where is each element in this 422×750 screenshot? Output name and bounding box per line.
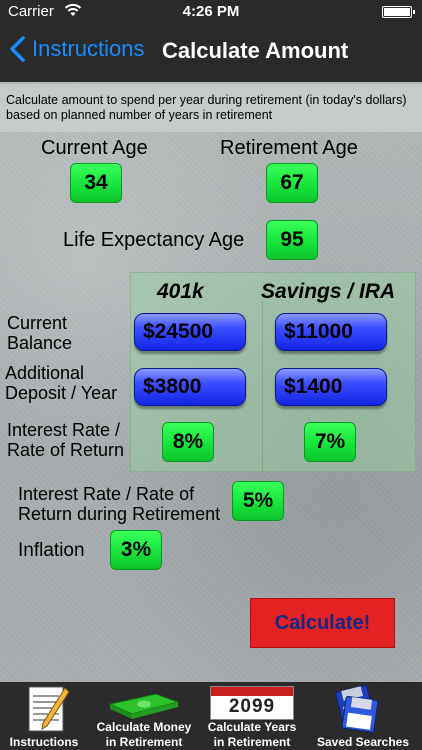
current-balance-label-line-1: Current bbox=[7, 313, 68, 333]
calculate-button[interactable]: Calculate! bbox=[250, 598, 395, 648]
notepad-pencil-icon bbox=[28, 686, 70, 732]
interest-rate-label-line-2: Rate of Return bbox=[7, 440, 125, 460]
tab-calculate-money[interactable]: Calculate Money in Retirement bbox=[88, 682, 200, 750]
calendar-icon: 2099 bbox=[210, 686, 294, 720]
retirement-age-label: Retirement Age bbox=[220, 137, 358, 159]
current-balance-label: Current Balance bbox=[7, 313, 72, 353]
interest-rate-label-line-1: Interest Rate / bbox=[7, 420, 121, 440]
deposit-savings-field[interactable]: $1400 bbox=[275, 368, 387, 406]
rate-savings-field[interactable]: 7% bbox=[304, 422, 356, 462]
tab-calculate-money-label-2: in Retirement bbox=[105, 735, 183, 749]
money-stack-icon bbox=[108, 693, 180, 719]
balance-savings-field[interactable]: $11000 bbox=[275, 313, 387, 351]
tab-calculate-years-label-2: in Retirement bbox=[213, 735, 291, 749]
deposit-label-line-2: Deposit / Year bbox=[5, 383, 118, 403]
tab-instructions[interactable]: Instructions bbox=[0, 682, 88, 750]
status-bar: Carrier 4:26 PM bbox=[0, 0, 422, 22]
column-header-savings: Savings / IRA bbox=[261, 280, 396, 303]
description-text: Calculate amount to spend per year durin… bbox=[0, 84, 422, 132]
top-bar: Carrier 4:26 PM Instructions Calculate A… bbox=[0, 0, 422, 82]
current-balance-label-line-2: Balance bbox=[7, 333, 73, 353]
panel-divider bbox=[262, 300, 263, 472]
tab-calculate-money-label-1: Calculate Money bbox=[96, 720, 192, 734]
floppy-disks-icon bbox=[335, 684, 379, 733]
retirement-rate-label: Interest Rate / Rate of Return during Re… bbox=[18, 484, 220, 524]
life-expectancy-field[interactable]: 95 bbox=[266, 220, 318, 260]
balance-401k-field[interactable]: $24500 bbox=[134, 313, 246, 351]
description-line-2: based on planned number of years in reti… bbox=[6, 108, 273, 122]
description-line-1: Calculate amount to spend per year durin… bbox=[6, 93, 407, 107]
navigation-bar: Instructions Calculate Amount bbox=[0, 22, 422, 82]
page-title: Calculate Amount bbox=[162, 38, 349, 63]
back-button[interactable]: Instructions bbox=[8, 36, 145, 62]
interest-rate-label: Interest Rate / Rate of Return bbox=[7, 420, 124, 460]
tab-saved-searches-label: Saved Searches bbox=[316, 735, 410, 749]
rate-401k-field[interactable]: 8% bbox=[162, 422, 214, 462]
tab-calculate-years-label-1: Calculate Years bbox=[207, 720, 297, 734]
life-expectancy-label: Life Expectancy Age bbox=[63, 229, 245, 251]
battery-icon bbox=[382, 6, 415, 18]
tab-saved-searches[interactable]: Saved Searches bbox=[304, 682, 422, 750]
deposit-label: Additional Deposit / Year bbox=[5, 363, 117, 403]
deposit-401k-field[interactable]: $3800 bbox=[134, 368, 246, 406]
tab-instructions-label: Instructions bbox=[9, 735, 79, 749]
column-header-401k: 401k bbox=[157, 280, 204, 303]
retirement-rate-field[interactable]: 5% bbox=[232, 481, 284, 521]
retirement-rate-label-line-1: Interest Rate / Rate of bbox=[18, 484, 195, 504]
retirement-rate-label-line-2: Return during Retirement bbox=[18, 504, 221, 524]
chevron-left-icon bbox=[10, 36, 25, 62]
retirement-age-field[interactable]: 67 bbox=[266, 163, 318, 203]
inflation-field[interactable]: 3% bbox=[110, 530, 162, 570]
status-time: 4:26 PM bbox=[182, 3, 240, 20]
inflation-label: Inflation bbox=[18, 540, 85, 561]
current-age-field[interactable]: 34 bbox=[70, 163, 122, 203]
calendar-top-bar bbox=[211, 687, 293, 696]
calendar-year-text: 2099 bbox=[228, 696, 276, 717]
deposit-label-line-1: Additional bbox=[5, 363, 85, 383]
tab-bar: Instructions Calculate Money in Retireme… bbox=[0, 682, 422, 750]
current-age-label: Current Age bbox=[41, 137, 148, 159]
back-button-label: Instructions bbox=[32, 36, 145, 61]
tab-calculate-years[interactable]: 2099 Calculate Years in Retirement bbox=[200, 682, 304, 750]
